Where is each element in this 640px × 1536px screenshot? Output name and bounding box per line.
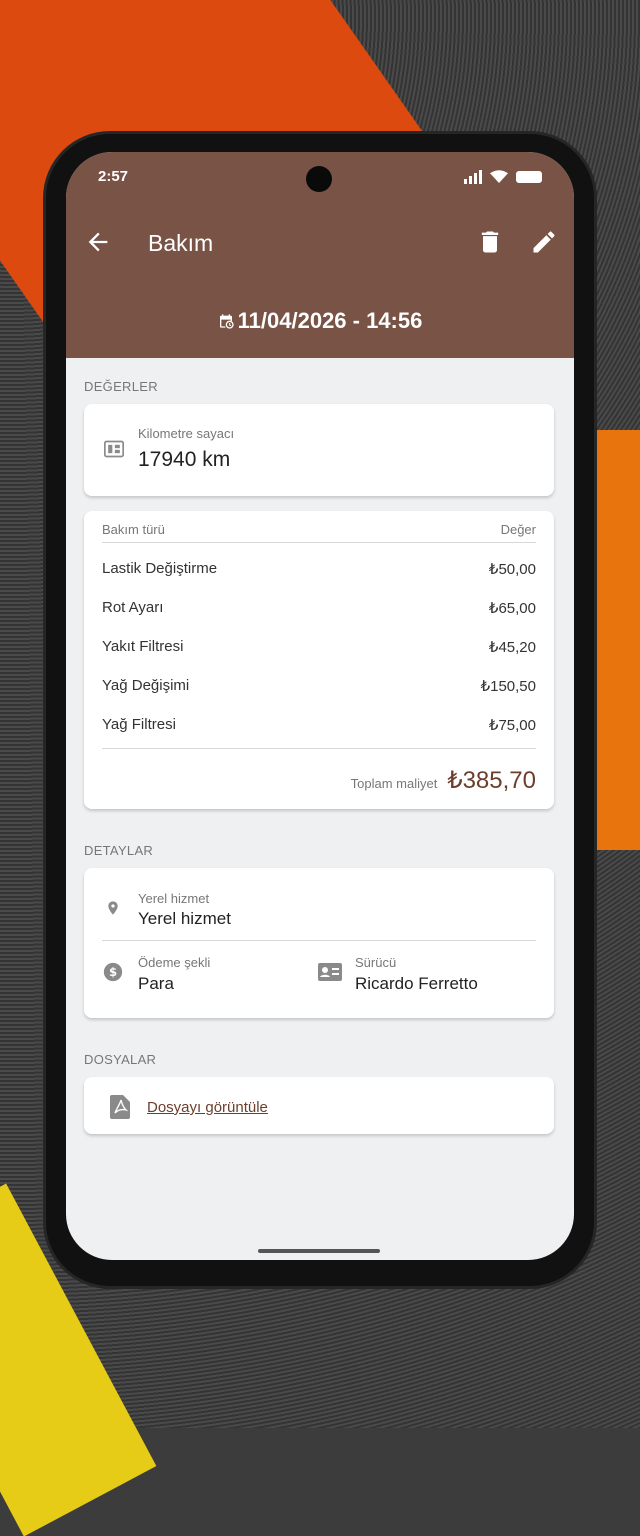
svg-text:$: $ <box>109 965 117 979</box>
trash-icon[interactable] <box>476 228 504 256</box>
pdf-file-icon <box>110 1095 130 1119</box>
signal-icon <box>464 170 482 184</box>
table-row: Yakıt Filtresi ₺45,20 <box>102 638 536 656</box>
row-value: ₺75,00 <box>488 717 536 734</box>
row-type: Yağ Filtresi <box>102 716 176 733</box>
service-value: Yerel hizmet <box>138 909 231 928</box>
details-card: Yerel hizmet Yerel hizmet $ Ödeme şekli … <box>84 868 554 1018</box>
odometer-label: Kilometre sayacı <box>138 426 235 441</box>
driver-value: Ricardo Ferretto <box>355 974 478 993</box>
calendar-clock-icon <box>219 314 234 329</box>
location-pin-icon <box>108 901 118 915</box>
edit-pencil-icon[interactable] <box>530 228 558 256</box>
column-header-type: Bakım türü <box>102 522 165 537</box>
phone-screen: 2:57 Bakım 11/04/2026 - 14:56 DEĞERLER K… <box>66 152 574 1260</box>
odometer-icon <box>104 440 124 458</box>
section-header-values: DEĞERLER <box>84 379 158 394</box>
table-row: Lastik Değiştirme ₺50,00 <box>102 560 536 578</box>
row-value: ₺50,00 <box>488 561 536 578</box>
files-card[interactable]: Dosyayı görüntüle <box>84 1077 554 1134</box>
driver-label: Sürücü <box>355 955 397 970</box>
column-header-value: Değer <box>500 522 536 537</box>
odometer-card: Kilometre sayacı 17940 km <box>84 404 554 496</box>
section-header-files: DOSYALAR <box>84 1052 157 1067</box>
odometer-value: 17940 km <box>138 448 231 471</box>
row-type: Yakıt Filtresi <box>102 638 184 655</box>
status-time: 2:57 <box>98 168 129 185</box>
dollar-circle-icon: $ <box>103 962 123 982</box>
row-type: Yağ Değişimi <box>102 677 190 694</box>
table-header-divider <box>102 542 536 543</box>
table-row: Yağ Filtresi ₺75,00 <box>102 716 536 734</box>
row-type: Lastik Değiştirme <box>102 560 218 577</box>
datetime-text: 11/04/2026 - 14:56 <box>237 308 423 333</box>
payment-value: Para <box>138 974 174 993</box>
row-value: ₺45,20 <box>488 639 536 656</box>
home-indicator <box>258 1249 380 1253</box>
total-row: Toplam maliyet ₺385,70 <box>351 766 536 795</box>
total-label: Toplam maliyet <box>350 776 438 791</box>
table-row: Yağ Değişimi ₺150,50 <box>102 677 536 695</box>
total-divider <box>102 748 536 749</box>
front-camera <box>306 166 332 192</box>
table-header: Bakım türü Değer <box>102 522 536 537</box>
details-divider <box>102 940 536 941</box>
table-row: Rot Ayarı ₺65,00 <box>102 599 536 617</box>
view-file-link[interactable]: Dosyayı görüntüle <box>147 1099 268 1116</box>
row-value: ₺65,00 <box>488 600 536 617</box>
row-type: Rot Ayarı <box>102 599 164 616</box>
section-header-details: DETAYLAR <box>84 843 154 858</box>
entry-datetime: 11/04/2026 - 14:56 <box>66 308 574 334</box>
wifi-icon <box>490 170 508 183</box>
payment-label: Ödeme şekli <box>138 955 211 970</box>
battery-icon <box>516 171 542 183</box>
status-icons <box>464 170 542 184</box>
service-label: Yerel hizmet <box>138 891 210 906</box>
row-value: ₺150,50 <box>480 678 536 695</box>
id-card-icon <box>318 963 342 981</box>
back-arrow-icon[interactable] <box>84 228 112 256</box>
maintenance-table-card: Bakım türü Değer Lastik Değiştirme ₺50,0… <box>84 511 554 809</box>
total-value: ₺385,70 <box>447 767 536 794</box>
app-bar: 2:57 Bakım 11/04/2026 - 14:56 <box>66 152 574 358</box>
page-title: Bakım <box>148 230 214 256</box>
